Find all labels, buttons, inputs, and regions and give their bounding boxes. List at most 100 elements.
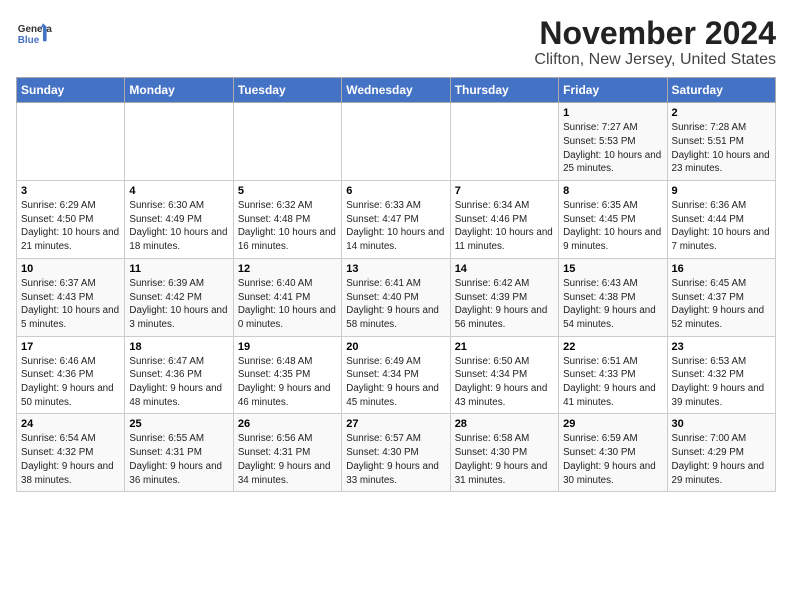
logo: General Blue: [16, 16, 52, 52]
calendar-week-row: 3Sunrise: 6:29 AM Sunset: 4:50 PM Daylig…: [17, 181, 776, 259]
calendar-cell: 17 Sunrise: 6:46 AM Sunset: 4:36 PM Dayli…: [17, 336, 125, 414]
calendar-cell: 4Sunrise: 6:30 AM Sunset: 4:49 PM Daylig…: [125, 181, 233, 259]
day-number: 6: [346, 185, 445, 197]
calendar-cell: 14 Sunrise: 6:42 AM Sunset: 4:39 PM Dayli…: [450, 258, 558, 336]
calendar-cell: 20 Sunrise: 6:49 AM Sunset: 4:34 PM Dayli…: [342, 336, 450, 414]
day-number: 23: [672, 341, 771, 353]
calendar-cell: 12 Sunrise: 6:40 AM Sunset: 4:41 PM Dayli…: [233, 258, 341, 336]
month-year-title: November 2024: [534, 16, 776, 51]
day-info: Sunrise: 6:53 AM Sunset: 4:32 PM Dayligh…: [672, 355, 771, 410]
day-number: 12: [238, 263, 337, 275]
day-number: 29: [563, 418, 662, 430]
day-number: 5: [238, 185, 337, 197]
day-number: 24: [21, 418, 120, 430]
calendar-cell: [450, 103, 558, 181]
day-info: Sunrise: 6:49 AM Sunset: 4:34 PM Dayligh…: [346, 355, 445, 410]
svg-text:General: General: [18, 24, 52, 35]
day-info: Sunrise: 6:47 AM Sunset: 4:36 PM Dayligh…: [129, 355, 228, 410]
calendar-cell: 5 Sunrise: 6:32 AM Sunset: 4:48 PM Daylig…: [233, 181, 341, 259]
day-info: Sunrise: 6:48 AM Sunset: 4:35 PM Dayligh…: [238, 355, 337, 410]
day-info: Sunrise: 6:37 AM Sunset: 4:43 PM Dayligh…: [21, 277, 120, 332]
calendar-cell: 18 Sunrise: 6:47 AM Sunset: 4:36 PM Dayli…: [125, 336, 233, 414]
header-day-wednesday: Wednesday: [342, 78, 450, 103]
day-number: 21: [455, 341, 554, 353]
calendar-cell: [17, 103, 125, 181]
logo-icon: General Blue: [16, 16, 52, 52]
day-number: 25: [129, 418, 228, 430]
day-info: Sunrise: 6:33 AM Sunset: 4:47 PM Dayligh…: [346, 199, 445, 254]
calendar-cell: [233, 103, 341, 181]
day-info: Sunrise: 6:40 AM Sunset: 4:41 PM Dayligh…: [238, 277, 337, 332]
day-info: Sunrise: 7:00 AM Sunset: 4:29 PM Dayligh…: [672, 432, 771, 487]
header-day-friday: Friday: [559, 78, 667, 103]
calendar-cell: 19 Sunrise: 6:48 AM Sunset: 4:35 PM Dayli…: [233, 336, 341, 414]
day-number: 9: [672, 185, 771, 197]
day-number: 20: [346, 341, 445, 353]
calendar-cell: 13Sunrise: 6:41 AM Sunset: 4:40 PM Dayli…: [342, 258, 450, 336]
day-info: Sunrise: 6:58 AM Sunset: 4:30 PM Dayligh…: [455, 432, 554, 487]
calendar-header-row: SundayMondayTuesdayWednesdayThursdayFrid…: [17, 78, 776, 103]
calendar-cell: 22 Sunrise: 6:51 AM Sunset: 4:33 PM Dayli…: [559, 336, 667, 414]
day-info: Sunrise: 6:46 AM Sunset: 4:36 PM Dayligh…: [21, 355, 120, 410]
day-info: Sunrise: 7:28 AM Sunset: 5:51 PM Dayligh…: [672, 121, 771, 176]
day-info: Sunrise: 6:32 AM Sunset: 4:48 PM Dayligh…: [238, 199, 337, 254]
day-number: 17: [21, 341, 120, 353]
day-info: Sunrise: 6:42 AM Sunset: 4:39 PM Dayligh…: [455, 277, 554, 332]
day-number: 19: [238, 341, 337, 353]
day-info: Sunrise: 6:51 AM Sunset: 4:33 PM Dayligh…: [563, 355, 662, 410]
calendar-cell: 1 Sunrise: 7:27 AM Sunset: 5:53 PM Daylig…: [559, 103, 667, 181]
calendar-week-row: 10Sunrise: 6:37 AM Sunset: 4:43 PM Dayli…: [17, 258, 776, 336]
header-day-sunday: Sunday: [17, 78, 125, 103]
day-number: 22: [563, 341, 662, 353]
day-number: 1: [563, 107, 662, 119]
day-number: 13: [346, 263, 445, 275]
calendar-cell: 25 Sunrise: 6:55 AM Sunset: 4:31 PM Dayli…: [125, 414, 233, 492]
day-info: Sunrise: 6:50 AM Sunset: 4:34 PM Dayligh…: [455, 355, 554, 410]
day-info: Sunrise: 6:36 AM Sunset: 4:44 PM Dayligh…: [672, 199, 771, 254]
calendar-cell: 21 Sunrise: 6:50 AM Sunset: 4:34 PM Dayli…: [450, 336, 558, 414]
calendar-cell: 10Sunrise: 6:37 AM Sunset: 4:43 PM Dayli…: [17, 258, 125, 336]
calendar-cell: 30 Sunrise: 7:00 AM Sunset: 4:29 PM Dayli…: [667, 414, 775, 492]
day-info: Sunrise: 6:57 AM Sunset: 4:30 PM Dayligh…: [346, 432, 445, 487]
day-info: Sunrise: 6:43 AM Sunset: 4:38 PM Dayligh…: [563, 277, 662, 332]
day-number: 7: [455, 185, 554, 197]
calendar-week-row: 1 Sunrise: 7:27 AM Sunset: 5:53 PM Daylig…: [17, 103, 776, 181]
calendar-cell: [342, 103, 450, 181]
day-info: Sunrise: 6:55 AM Sunset: 4:31 PM Dayligh…: [129, 432, 228, 487]
calendar-cell: 3Sunrise: 6:29 AM Sunset: 4:50 PM Daylig…: [17, 181, 125, 259]
calendar-cell: 11 Sunrise: 6:39 AM Sunset: 4:42 PM Dayli…: [125, 258, 233, 336]
day-number: 26: [238, 418, 337, 430]
day-info: Sunrise: 6:56 AM Sunset: 4:31 PM Dayligh…: [238, 432, 337, 487]
day-info: Sunrise: 6:35 AM Sunset: 4:45 PM Dayligh…: [563, 199, 662, 254]
day-number: 27: [346, 418, 445, 430]
day-number: 4: [129, 185, 228, 197]
calendar-cell: 27 Sunrise: 6:57 AM Sunset: 4:30 PM Dayli…: [342, 414, 450, 492]
calendar-cell: 29 Sunrise: 6:59 AM Sunset: 4:30 PM Dayli…: [559, 414, 667, 492]
calendar-body: 1 Sunrise: 7:27 AM Sunset: 5:53 PM Daylig…: [17, 103, 776, 492]
day-info: Sunrise: 6:34 AM Sunset: 4:46 PM Dayligh…: [455, 199, 554, 254]
calendar-cell: 8Sunrise: 6:35 AM Sunset: 4:45 PM Daylig…: [559, 181, 667, 259]
calendar-cell: 7 Sunrise: 6:34 AM Sunset: 4:46 PM Daylig…: [450, 181, 558, 259]
calendar-cell: 26 Sunrise: 6:56 AM Sunset: 4:31 PM Dayli…: [233, 414, 341, 492]
day-info: Sunrise: 6:59 AM Sunset: 4:30 PM Dayligh…: [563, 432, 662, 487]
calendar-cell: 23 Sunrise: 6:53 AM Sunset: 4:32 PM Dayli…: [667, 336, 775, 414]
day-number: 28: [455, 418, 554, 430]
day-number: 16: [672, 263, 771, 275]
header-day-thursday: Thursday: [450, 78, 558, 103]
title-block: November 2024 Clifton, New Jersey, Unite…: [534, 16, 776, 69]
day-info: Sunrise: 6:54 AM Sunset: 4:32 PM Dayligh…: [21, 432, 120, 487]
day-number: 18: [129, 341, 228, 353]
calendar-table: SundayMondayTuesdayWednesdayThursdayFrid…: [16, 77, 776, 492]
day-number: 30: [672, 418, 771, 430]
day-number: 14: [455, 263, 554, 275]
header: General Blue November 2024 Clifton, New …: [16, 16, 776, 69]
day-number: 11: [129, 263, 228, 275]
header-day-monday: Monday: [125, 78, 233, 103]
calendar-cell: 6 Sunrise: 6:33 AM Sunset: 4:47 PM Daylig…: [342, 181, 450, 259]
day-info: Sunrise: 7:27 AM Sunset: 5:53 PM Dayligh…: [563, 121, 662, 176]
day-info: Sunrise: 6:39 AM Sunset: 4:42 PM Dayligh…: [129, 277, 228, 332]
calendar-cell: 2Sunrise: 7:28 AM Sunset: 5:51 PM Daylig…: [667, 103, 775, 181]
calendar-cell: 28 Sunrise: 6:58 AM Sunset: 4:30 PM Dayli…: [450, 414, 558, 492]
calendar-week-row: 17 Sunrise: 6:46 AM Sunset: 4:36 PM Dayli…: [17, 336, 776, 414]
header-day-saturday: Saturday: [667, 78, 775, 103]
